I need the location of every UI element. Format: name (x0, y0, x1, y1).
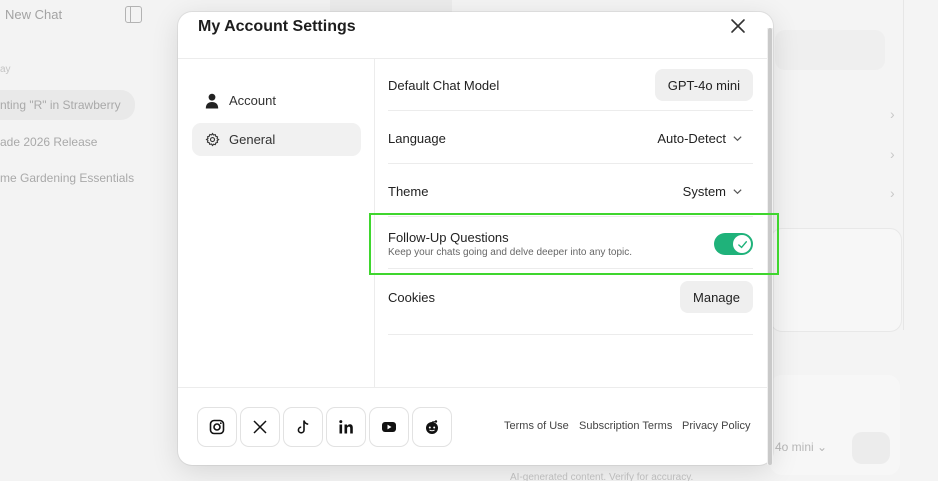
bg-card (770, 228, 902, 332)
language-select[interactable]: Auto-Detect (657, 131, 743, 146)
youtube-button[interactable] (369, 407, 409, 447)
theme-select[interactable]: System (683, 184, 743, 199)
nav-item-general[interactable]: General (192, 123, 361, 156)
person-icon (204, 93, 220, 109)
bg-model-selector[interactable]: 4o mini ⌄ (775, 440, 827, 454)
settings-modal: My Account Settings Account General Defa… (178, 12, 773, 465)
bg-chat-item[interactable]: me Gardening Essentials (0, 171, 134, 185)
bg-model-label: 4o mini (775, 440, 814, 454)
setting-label: Theme (388, 184, 429, 199)
bg-new-chat[interactable]: New Chat (5, 7, 62, 22)
sidebar-toggle-icon[interactable] (125, 6, 142, 23)
modal-header: My Account Settings (178, 12, 773, 59)
bg-section-label: ay (0, 64, 11, 75)
bg-disclaimer: AI-generated content. Verify for accurac… (510, 472, 694, 481)
linkedin-button[interactable] (326, 407, 366, 447)
setting-language: Language Auto-Detect (388, 111, 753, 164)
tiktok-button[interactable] (283, 407, 323, 447)
tiktok-icon (297, 420, 309, 434)
close-icon (731, 19, 745, 33)
setting-cookies: Cookies Manage (388, 269, 753, 335)
check-icon (737, 240, 747, 248)
instagram-button[interactable] (197, 407, 237, 447)
nav-label: Account (229, 93, 276, 108)
setting-follow-up: Follow-Up Questions Keep your chats goin… (388, 217, 753, 269)
reddit-button[interactable] (412, 407, 452, 447)
setting-default-model: Default Chat Model GPT-4o mini (388, 59, 753, 111)
setting-label: Language (388, 131, 446, 146)
bg-chat-item[interactable]: ade 2026 Release (0, 135, 97, 149)
bg-divider (903, 0, 904, 330)
gear-icon (204, 132, 220, 148)
chevron-down-icon (733, 189, 742, 195)
toggle-knob (733, 235, 751, 253)
settings-nav: Account General (178, 59, 375, 387)
follow-up-toggle[interactable] (714, 233, 753, 255)
nav-item-account[interactable]: Account (192, 84, 361, 117)
setting-label: Cookies (388, 290, 435, 305)
setting-label: Follow-Up Questions (388, 230, 509, 245)
setting-label: Default Chat Model (388, 78, 500, 93)
close-button[interactable] (726, 14, 750, 38)
scrollbar-thumb[interactable] (768, 28, 772, 465)
chevron-right-icon: › (890, 106, 895, 122)
nav-label: General (229, 132, 276, 147)
bg-chat-item[interactable]: nting "R" in Strawberry (0, 90, 135, 120)
bg-block (775, 30, 885, 70)
youtube-icon (382, 422, 396, 432)
linkedin-icon (339, 420, 353, 434)
chevron-down-icon (733, 136, 742, 142)
settings-content: Default Chat Model GPT-4o mini Language … (375, 59, 773, 387)
x-icon (253, 420, 267, 434)
manage-cookies-button[interactable]: Manage (680, 281, 753, 313)
instagram-icon (209, 419, 225, 435)
modal-scrollbar[interactable] (767, 28, 773, 465)
send-button[interactable] (852, 432, 890, 464)
x-button[interactable] (240, 407, 280, 447)
modal-title: My Account Settings (198, 18, 356, 35)
reddit-icon (426, 420, 438, 434)
modal-footer: Terms of Use Subscription Terms Privacy … (178, 387, 773, 465)
chevron-right-icon: › (890, 146, 895, 162)
terms-of-use-link[interactable]: Terms of Use (504, 420, 569, 432)
privacy-policy-link[interactable]: Privacy Policy (682, 420, 750, 432)
bg-strip (330, 0, 452, 12)
setting-description: Keep your chats going and delve deeper i… (388, 247, 633, 258)
language-value: Auto-Detect (657, 131, 726, 146)
chevron-right-icon: › (890, 185, 895, 201)
theme-value: System (682, 184, 726, 199)
subscription-terms-link[interactable]: Subscription Terms (579, 420, 672, 432)
model-select-button[interactable]: GPT-4o mini (654, 69, 753, 101)
setting-theme: Theme System (388, 164, 753, 217)
